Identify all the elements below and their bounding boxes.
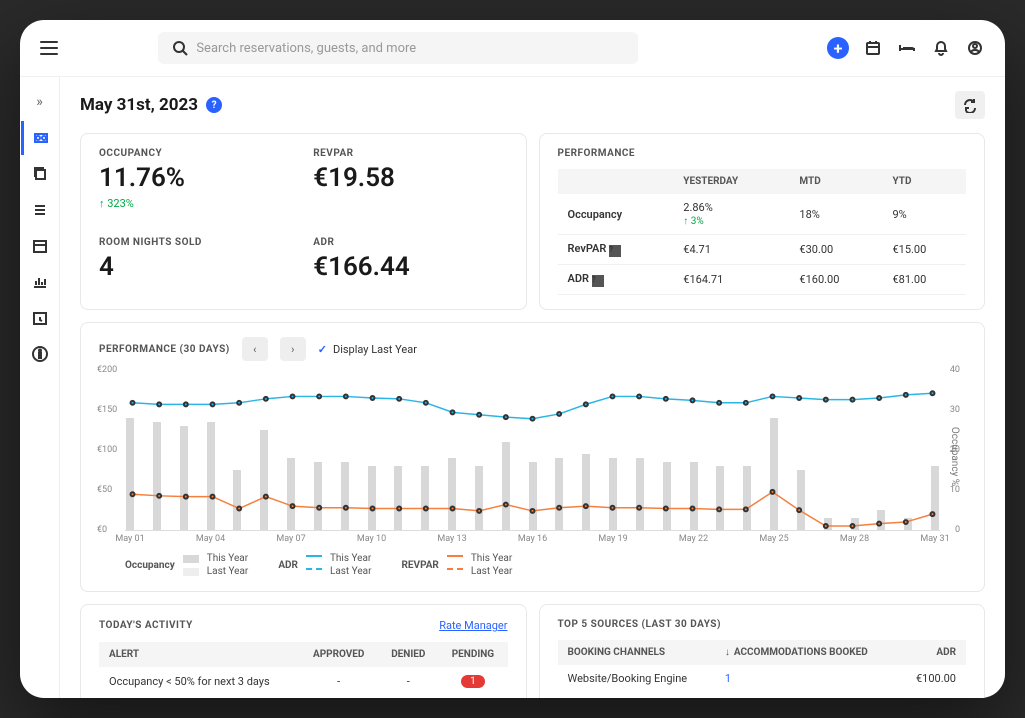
performance-title: PERFORMANCE <box>558 148 967 159</box>
sidebar-info[interactable] <box>21 337 59 371</box>
sidebar-copy[interactable] <box>21 157 59 191</box>
sources-card: TOP 5 SOURCES (LAST 30 DAYS) BOOKING CHA… <box>539 604 986 698</box>
table-row: Occupancy 2.86%↑ 3% 18% 9% <box>558 194 967 235</box>
rate-manager-link[interactable]: Rate Manager <box>439 619 507 632</box>
bed-icon[interactable] <box>897 38 917 58</box>
search-placeholder: Search reservations, guests, and more <box>196 41 416 56</box>
chart-card: PERFORMANCE (30 DAYS) ‹ › ✓Display Last … <box>80 322 985 592</box>
activity-card: TODAY'S ACTIVITY Rate Manager ALERT APPR… <box>80 604 527 698</box>
table-row: ADR ? €164.71 €160.00 €81.00 <box>558 265 967 295</box>
table-row: Website/Booking Engine 1 €100.00 <box>558 665 967 692</box>
sidebar-dashboard[interactable] <box>21 121 59 155</box>
sidebar: » <box>20 77 60 698</box>
refresh-button[interactable] <box>955 91 985 119</box>
sources-table: BOOKING CHANNELS ↓ACCOMMODATIONS BOOKED … <box>558 640 967 692</box>
help-icon[interactable]: ? <box>206 97 222 113</box>
sidebar-list[interactable] <box>21 193 59 227</box>
activity-title: TODAY'S ACTIVITY <box>99 620 193 631</box>
pending-badge[interactable]: 1 <box>461 675 485 688</box>
chart-prev-button[interactable]: ‹ <box>242 337 268 361</box>
sources-title: TOP 5 SOURCES (LAST 30 DAYS) <box>558 619 967 630</box>
calendar-icon[interactable] <box>863 38 883 58</box>
bell-icon[interactable] <box>931 38 951 58</box>
kpi-rns-value: 4 <box>99 252 293 282</box>
kpi-card: OCCUPANCY 11.76% ↑ 323% REVPAR €19.58 RO… <box>80 133 527 310</box>
kpi-rns-label: ROOM NIGHTS SOLD <box>99 237 293 248</box>
performance-chart: Occupancy % €0€50€100€150€200010203040Ma… <box>125 371 940 531</box>
menu-icon[interactable] <box>40 41 58 55</box>
kpi-revpar-value: €19.58 <box>313 163 507 193</box>
table-row: Occupancy < 50% for next 3 days - - 1 <box>99 667 508 695</box>
performance-card: PERFORMANCE YESTERDAY MTD YTD Occupancy … <box>539 133 986 310</box>
chart-legend: OccupancyThis YearLast Year ADRThis Year… <box>125 553 966 577</box>
chart-next-button[interactable]: › <box>280 337 306 361</box>
kpi-adr-value: €166.44 <box>313 252 507 282</box>
display-last-year-toggle[interactable]: ✓Display Last Year <box>318 343 417 356</box>
sidebar-schedule[interactable] <box>21 301 59 335</box>
kpi-occupancy-value: 11.76% <box>99 163 293 193</box>
sidebar-chart[interactable] <box>21 265 59 299</box>
search-input[interactable]: Search reservations, guests, and more <box>158 32 638 64</box>
kpi-occupancy-label: OCCUPANCY <box>99 148 293 159</box>
chart-title: PERFORMANCE (30 DAYS) <box>99 344 230 355</box>
search-icon <box>172 40 188 56</box>
activity-table: ALERT APPROVED DENIED PENDING Occupancy … <box>99 642 508 695</box>
y-axis-right-label: Occupancy % <box>949 426 960 485</box>
performance-table: YESTERDAY MTD YTD Occupancy 2.86%↑ 3% 18… <box>558 169 967 295</box>
page-title: May 31st, 2023 ? <box>80 95 222 115</box>
table-row: RevPAR ? €4.71 €30.00 €15.00 <box>558 235 967 265</box>
sidebar-calendar[interactable] <box>21 229 59 263</box>
kpi-occupancy-delta: ↑ 323% <box>99 197 293 210</box>
add-button[interactable]: + <box>827 37 849 59</box>
sidebar-collapse[interactable]: » <box>21 85 59 119</box>
kpi-revpar-label: REVPAR <box>313 148 507 159</box>
kpi-adr-label: ADR <box>313 237 507 248</box>
profile-icon[interactable] <box>965 38 985 58</box>
